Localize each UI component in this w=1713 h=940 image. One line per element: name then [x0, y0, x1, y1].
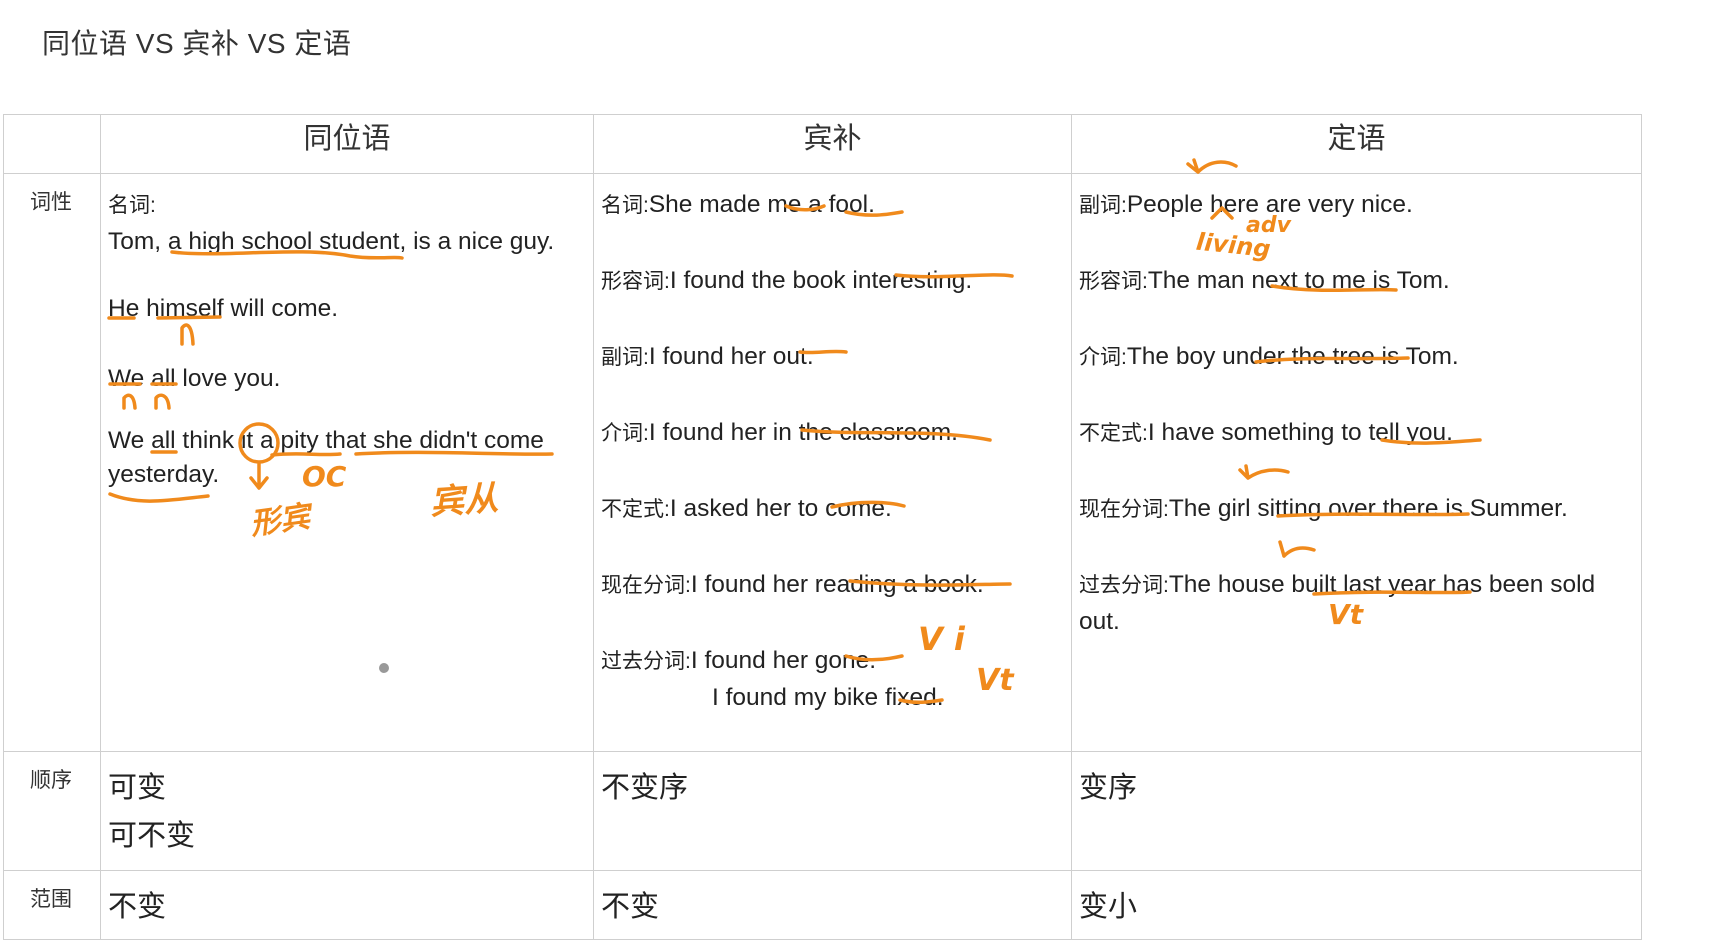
- complement-example: 副词:I found her out.: [601, 343, 814, 370]
- complement-example: 形容词:I found the book interesting.: [601, 267, 973, 294]
- header-attributive: 定语: [1071, 114, 1642, 174]
- attributive-example: 过去分词:The house built last year has been …: [1079, 571, 1596, 598]
- appositive-label: 名词:: [108, 194, 156, 217]
- attributive-example: 现在分词:The girl sitting over there is Summ…: [1079, 495, 1568, 522]
- cell-complement-pos: 名词:She made me a fool. 形容词:I found the b…: [593, 173, 1072, 752]
- attributive-example: out.: [1079, 608, 1120, 635]
- cell-attributive-order: 变序: [1071, 751, 1642, 871]
- pointer-dot: [379, 663, 389, 673]
- cell-appositive-range: 不变: [100, 870, 594, 940]
- order-value: 变序: [1079, 772, 1138, 804]
- header-row: 同位语 宾补 定语: [3, 114, 1642, 174]
- cell-attributive-pos: 副词:People here are very nice. 形容词:The ma…: [1071, 173, 1642, 752]
- row-order: 顺序 可变 可不变 不变序 变序: [3, 751, 1642, 871]
- header-complement: 宾补: [593, 114, 1072, 174]
- order-value: 不变序: [601, 772, 689, 804]
- header-appositive: 同位语: [100, 114, 594, 174]
- appositive-example: We all love you.: [108, 365, 281, 392]
- complement-example: 不定式:I asked her to come.: [601, 495, 892, 522]
- attributive-example: 介词:The boy under the tree is Tom.: [1079, 343, 1459, 370]
- cell-appositive-pos: 名词: Tom, a high school student, is a nic…: [100, 173, 594, 752]
- row-label-range: 范围: [3, 870, 101, 940]
- order-value: 可变: [108, 772, 167, 804]
- cell-complement-range: 不变: [593, 870, 1072, 940]
- cell-attributive-range: 变小: [1071, 870, 1642, 940]
- attributive-example: 不定式:I have something to tell you.: [1079, 419, 1453, 446]
- attributive-example: 副词:People here are very nice.: [1079, 191, 1413, 218]
- complement-example: 名词:She made me a fool.: [601, 191, 875, 218]
- cell-appositive-order: 可变 可不变: [100, 751, 594, 871]
- row-range: 范围 不变 不变 变小: [3, 870, 1642, 940]
- complement-example: 现在分词:I found her reading a book.: [601, 571, 984, 598]
- row-label-order: 顺序: [3, 751, 101, 871]
- order-value: 可不变: [108, 820, 196, 852]
- page-title: 同位语 VS 宾补 VS 定语: [42, 28, 352, 59]
- row-label-pos: 词性: [3, 173, 101, 752]
- range-value: 变小: [1079, 891, 1138, 923]
- complement-example: 介词:I found her in the classroom.: [601, 419, 958, 446]
- appositive-example: Tom, a high school student, is a nice gu…: [108, 228, 555, 255]
- range-value: 不变: [601, 891, 660, 923]
- appositive-example: He himself will come.: [108, 295, 339, 322]
- attributive-example: 形容词:The man next to me is Tom.: [1079, 267, 1450, 294]
- row-part-of-speech: 词性 名词: Tom, a high school student, is a …: [3, 173, 1642, 752]
- cell-complement-order: 不变序: [593, 751, 1072, 871]
- corner-cell: [3, 114, 101, 174]
- complement-example: I found my bike fixed.: [712, 684, 944, 711]
- range-value: 不变: [108, 891, 167, 923]
- complement-example: 过去分词:I found her gone.: [601, 647, 877, 674]
- appositive-example: yesterday.: [108, 461, 220, 488]
- comparison-table: 同位语 宾补 定语 词性 名词: Tom, a high school stud…: [3, 114, 1642, 940]
- appositive-example: We all think it a pity that she didn't c…: [108, 427, 544, 454]
